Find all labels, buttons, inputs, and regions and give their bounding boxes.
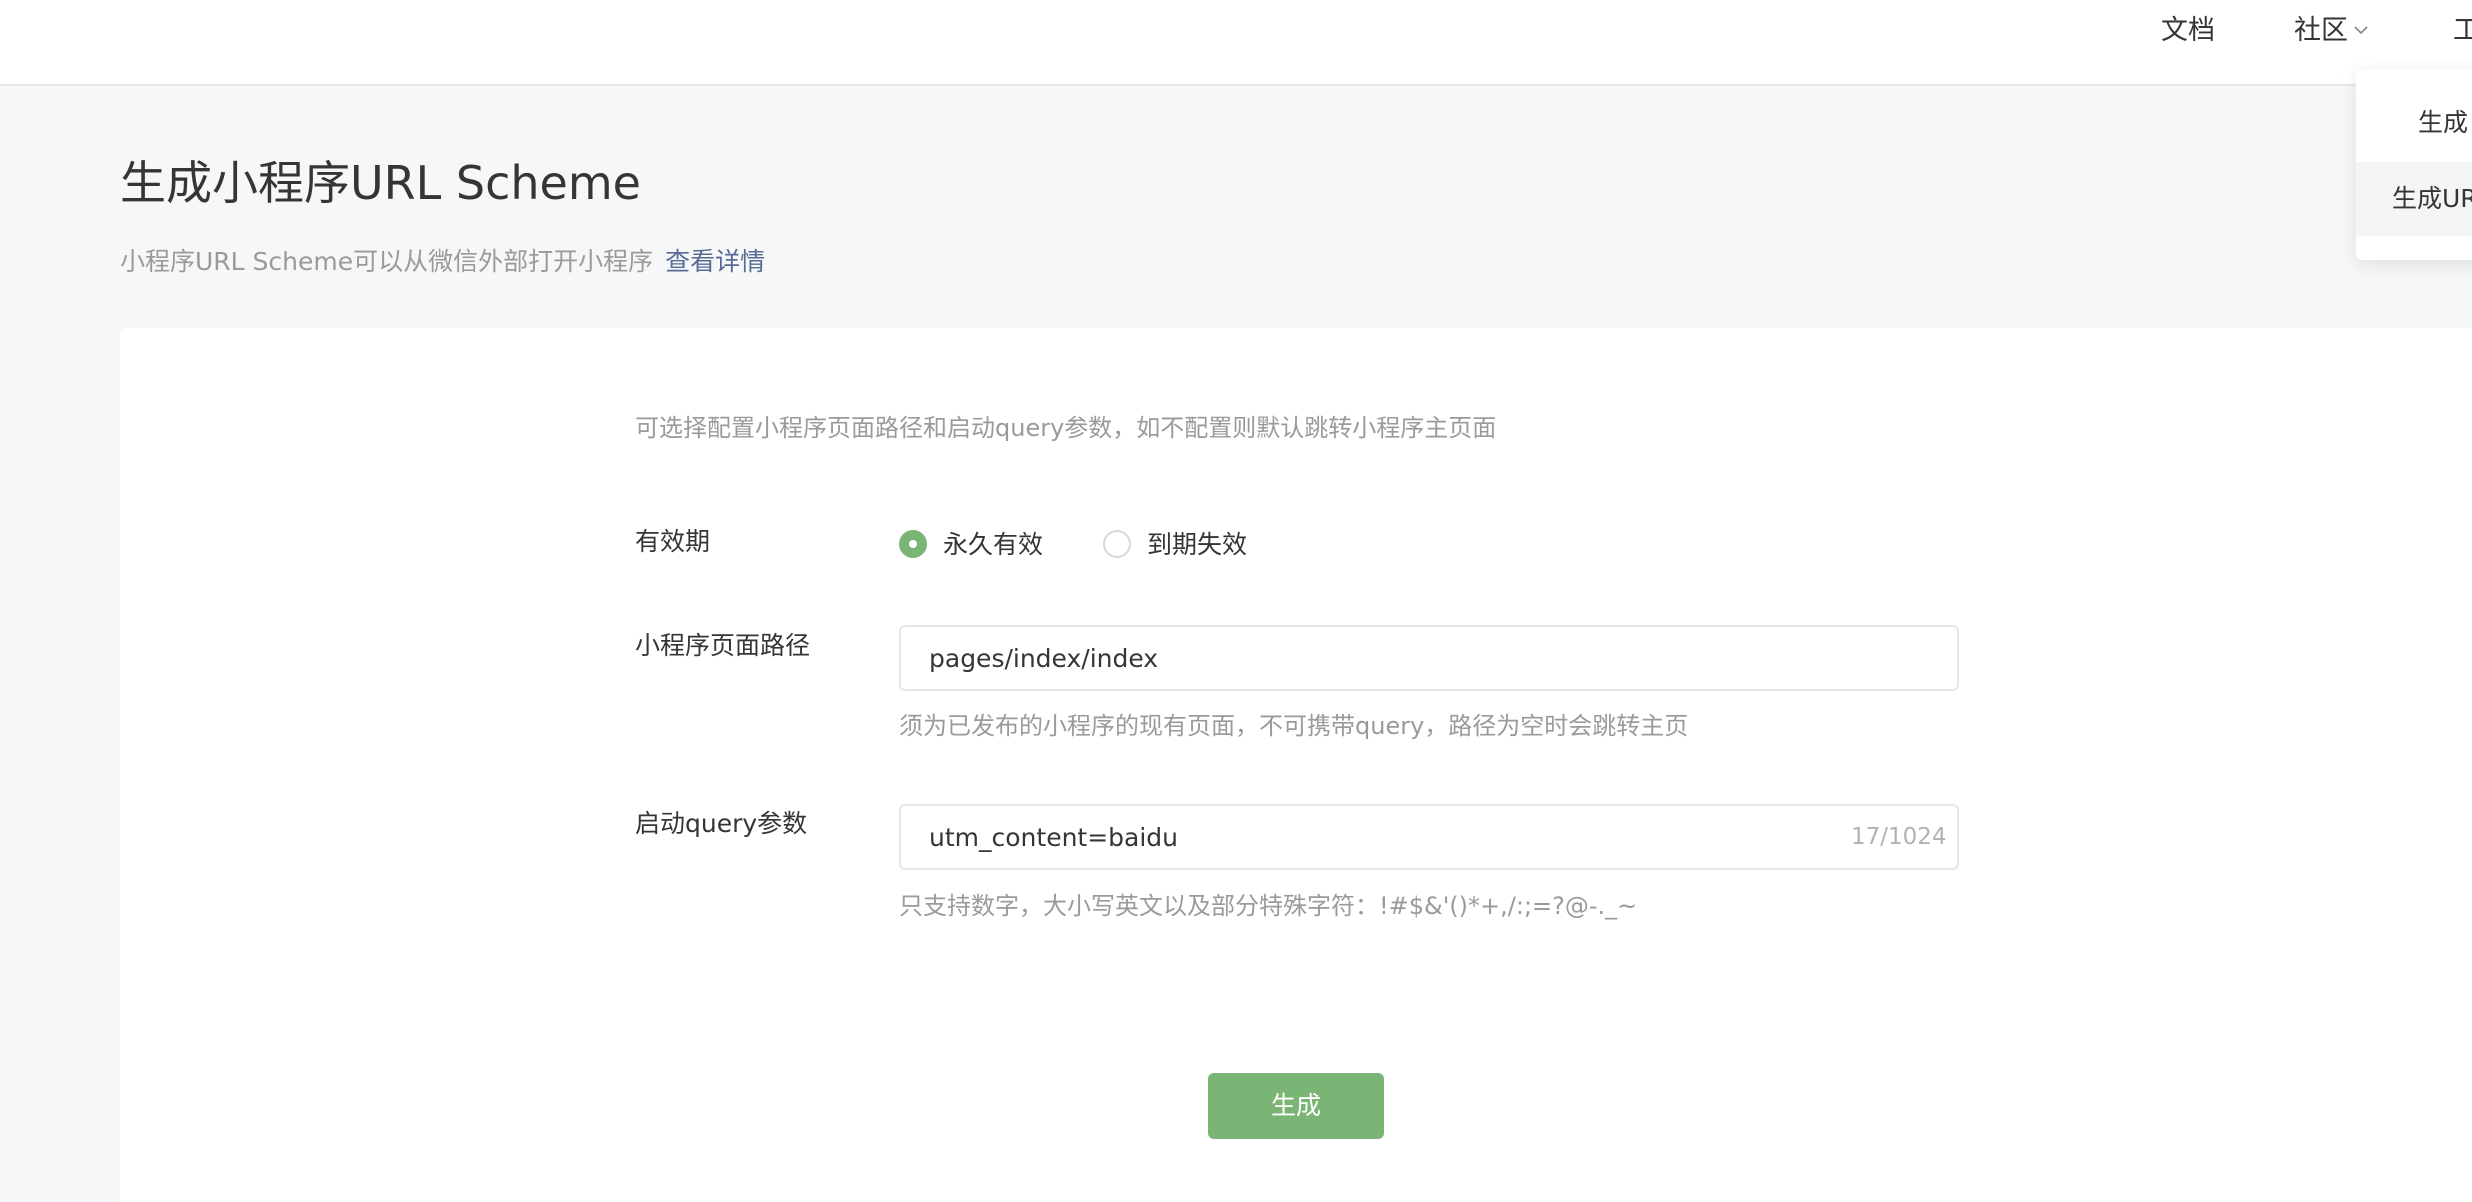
top-navbar: 文档 社区 工: [0, 0, 2472, 86]
nav-tools-menu[interactable]: 工: [2453, 0, 2472, 62]
page-description: 小程序URL Scheme可以从微信外部打开小程序 查看详情: [120, 244, 765, 280]
query-char-count: 17/1024: [1851, 824, 1947, 850]
page-path-input[interactable]: [899, 625, 1959, 691]
page-path-label: 小程序页面路径: [635, 631, 811, 660]
validity-expire-radio[interactable]: 到期失效: [1103, 527, 1247, 563]
page-description-text: 小程序URL Scheme可以从微信外部打开小程序: [120, 247, 654, 276]
radio-unchecked-icon: [1103, 530, 1131, 558]
validity-permanent-radio[interactable]: 永久有效: [899, 527, 1043, 563]
radio-checked-icon: [899, 530, 927, 558]
community-dropdown-menu: 生成 生成UR: [2356, 70, 2472, 260]
nav-community-label: 社区: [2294, 15, 2348, 46]
validity-permanent-label: 永久有效: [943, 530, 1044, 559]
page-title: 生成小程序URL Scheme: [120, 156, 641, 210]
page-path-tip: 须为已发布的小程序的现有页面，不可携带query，路径为空时会跳转主页: [899, 712, 1689, 740]
validity-expire-label: 到期失效: [1147, 530, 1248, 559]
view-details-link[interactable]: 查看详情: [665, 247, 765, 276]
chevron-down-icon: [2354, 25, 2368, 34]
query-param-tip: 只支持数字，大小写英文以及部分特殊字符：!#$&'()*+,/:;=?@-._~: [899, 892, 1638, 920]
form-hint: 可选择配置小程序页面路径和启动query参数，如不配置则默认跳转小程序主页面: [635, 414, 1497, 442]
validity-label: 有效期: [635, 527, 711, 556]
dropdown-item-generate[interactable]: 生成: [2356, 86, 2472, 160]
query-param-input[interactable]: [899, 804, 1959, 870]
form-card: [120, 328, 2472, 1202]
query-param-label: 启动query参数: [635, 809, 808, 838]
nav-community-menu[interactable]: 社区: [2294, 0, 2370, 62]
dropdown-item-generate-url[interactable]: 生成UR: [2356, 162, 2472, 236]
generate-button[interactable]: 生成: [1208, 1073, 1384, 1139]
nav-docs-link[interactable]: 文档: [2161, 0, 2215, 62]
